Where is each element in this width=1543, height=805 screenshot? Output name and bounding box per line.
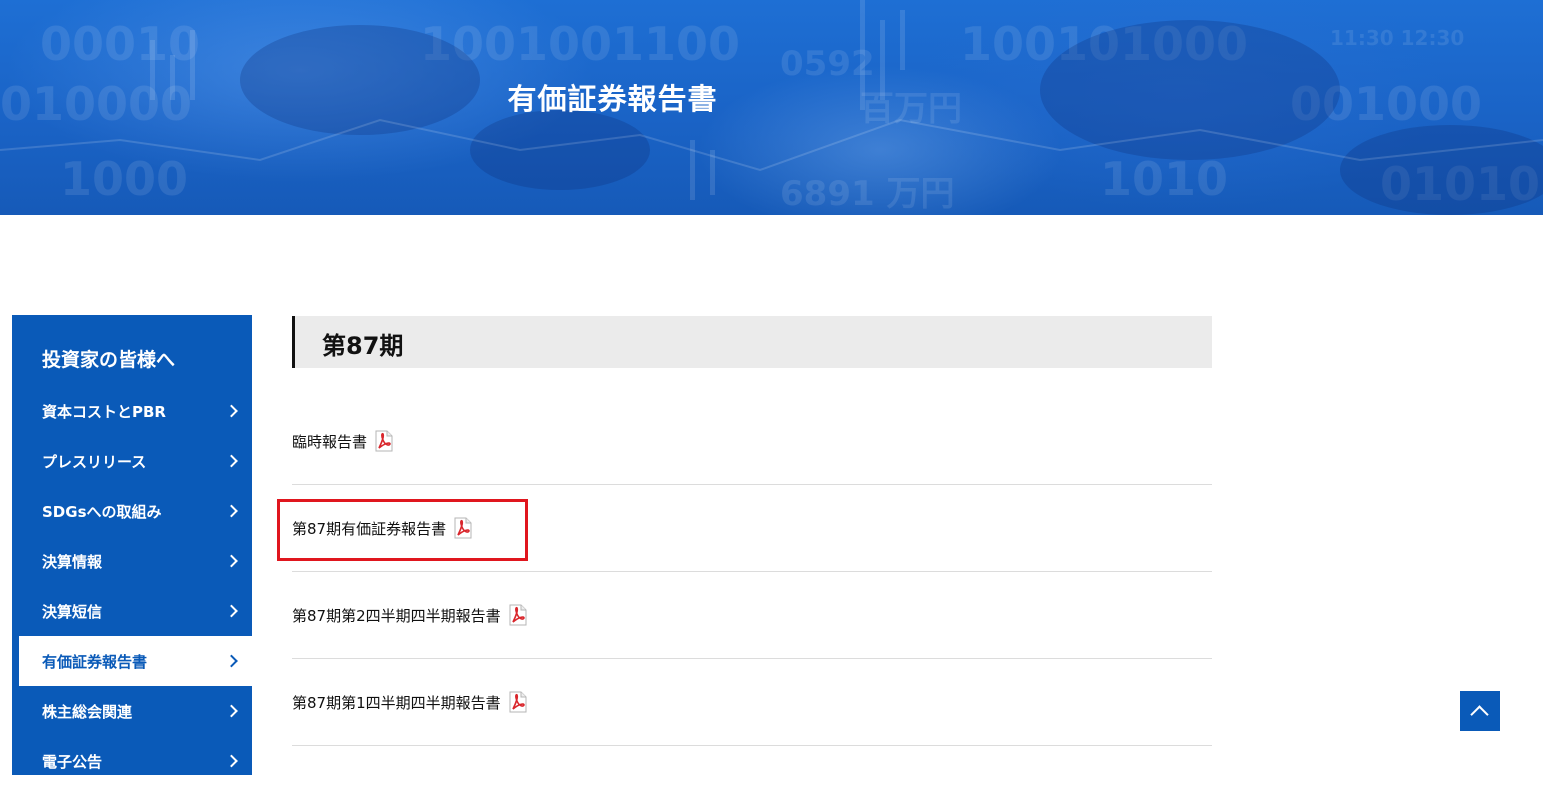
sidebar-item-label: 決算情報 (42, 552, 103, 571)
list-item: 第87期第1四半期四半期報告書 (292, 659, 1212, 746)
chevron-up-icon (1470, 705, 1489, 724)
pdf-icon (375, 430, 393, 452)
sidebar-item-label: 株主総会関連 (42, 702, 133, 721)
sidebar-item-press-release[interactable]: プレスリリース (12, 436, 252, 486)
svg-text:11:30 12:30: 11:30 12:30 (1330, 26, 1464, 50)
sidebar-item-label: 有価証券報告書 (42, 652, 148, 671)
sidebar-title: 投資家の皆様へ (42, 349, 176, 371)
document-link-extraordinary-report[interactable]: 臨時報告書 (292, 430, 393, 452)
chevron-right-icon (225, 654, 238, 668)
sidebar-item-securities-report[interactable]: 有価証券報告書 (19, 636, 252, 686)
chevron-right-icon (225, 404, 238, 418)
sidebar-item-shareholders-meeting[interactable]: 株主総会関連 (12, 686, 252, 736)
sidebar-nav: 投資家の皆様へ 資本コストとPBR プレスリリース SDGsへの取組み 決算情報… (12, 315, 252, 775)
back-to-top-button[interactable] (1460, 691, 1500, 731)
chevron-right-icon (225, 704, 238, 718)
sidebar-item-financial-info[interactable]: 決算情報 (12, 536, 252, 586)
pdf-icon (509, 604, 527, 626)
svg-text:6891 万円: 6891 万円 (780, 174, 954, 214)
sidebar-item-earnings-summary[interactable]: 決算短信 (12, 586, 252, 636)
sidebar-item-label: 電子公告 (42, 752, 103, 771)
list-item: 臨時報告書 (292, 398, 1212, 485)
document-label: 第87期第2四半期四半期報告書 (292, 606, 501, 625)
hero-banner: 00010 010000 1000 1001001100 0592 百万円 68… (0, 0, 1543, 215)
sidebar-item-capital-cost-pbr[interactable]: 資本コストとPBR (12, 386, 252, 436)
sidebar-item-sdgs[interactable]: SDGsへの取組み (12, 486, 252, 536)
chevron-right-icon (225, 604, 238, 618)
document-label: 臨時報告書 (292, 432, 368, 451)
pdf-icon (509, 691, 527, 713)
sidebar-item-label: 資本コストとPBR (42, 402, 166, 421)
chevron-right-icon (225, 504, 238, 518)
chevron-right-icon (225, 454, 238, 468)
chevron-right-icon (225, 554, 238, 568)
sidebar-item-label: 決算短信 (42, 602, 103, 621)
svg-text:1010: 1010 (1100, 152, 1228, 206)
list-item: 第87期第2四半期四半期報告書 (292, 572, 1212, 659)
sidebar-item-label: SDGsへの取組み (42, 502, 162, 521)
highlight-box (277, 499, 528, 561)
document-label: 第87期第1四半期四半期報告書 (292, 693, 501, 712)
sidebar-item-electronic-notice[interactable]: 電子公告 (12, 736, 252, 775)
svg-text:00010: 00010 (40, 17, 200, 71)
document-link-87th-q1-report[interactable]: 第87期第1四半期四半期報告書 (292, 691, 527, 713)
section-heading: 第87期 (292, 316, 1212, 368)
document-link-87th-q2-report[interactable]: 第87期第2四半期四半期報告書 (292, 604, 527, 626)
svg-text:1000: 1000 (60, 152, 188, 206)
page-title: 有価証券報告書 (507, 82, 718, 116)
sidebar-item-label: プレスリリース (42, 452, 147, 471)
section-title: 第87期 (322, 332, 404, 360)
chevron-right-icon (225, 754, 238, 768)
